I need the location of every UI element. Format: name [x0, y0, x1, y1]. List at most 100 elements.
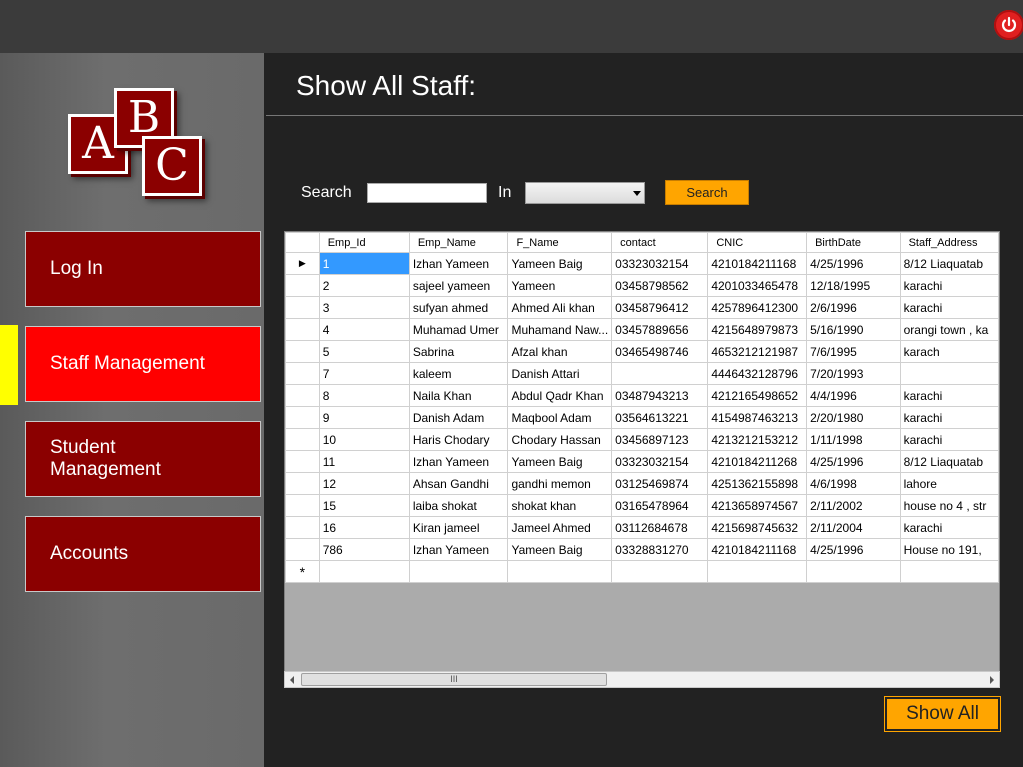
table-cell[interactable]: [611, 362, 709, 385]
table-cell[interactable]: lahore: [899, 472, 999, 495]
row-header-cell[interactable]: [285, 274, 320, 297]
column-header[interactable]: Emp_Id: [318, 232, 410, 253]
table-cell[interactable]: house no 4 , str: [899, 494, 999, 517]
table-row[interactable]: 11 Izhan Yameen Yameen Baig 03323032154 4210…: [285, 450, 999, 473]
table-cell[interactable]: 4/25/1996: [806, 450, 901, 473]
table-cell[interactable]: 4210184211168: [707, 252, 808, 275]
table-cell[interactable]: 03458796412: [611, 296, 709, 319]
table-cell[interactable]: Maqbool Adam: [507, 406, 613, 429]
table-cell[interactable]: 03328831270: [611, 538, 709, 561]
table-cell[interactable]: 4446432128796: [707, 362, 808, 385]
row-header-cell[interactable]: [285, 406, 320, 429]
row-header-cell[interactable]: [285, 472, 320, 495]
table-cell[interactable]: karachi: [899, 274, 999, 297]
table-cell[interactable]: [318, 560, 410, 583]
table-cell[interactable]: 4/6/1998: [806, 472, 901, 495]
horizontal-scrollbar[interactable]: III: [284, 671, 1000, 688]
table-cell[interactable]: 2/11/2002: [806, 494, 901, 517]
table-cell[interactable]: shokat khan: [507, 494, 613, 517]
scrollbar-thumb[interactable]: III: [301, 673, 607, 686]
table-cell[interactable]: 7/6/1995: [806, 340, 901, 363]
table-cell[interactable]: 4210184211168: [707, 538, 808, 561]
table-cell[interactable]: 4213658974567: [707, 494, 808, 517]
table-row[interactable]: 7 kaleem Danish Attari 4446432128796 7/20/19…: [285, 362, 999, 385]
table-cell[interactable]: 5/16/1990: [806, 318, 901, 341]
staff-data-grid[interactable]: Emp_Id Emp_Name F_Name contact CNIC Birt…: [284, 231, 1000, 688]
table-cell[interactable]: 2/6/1996: [806, 296, 901, 319]
table-cell[interactable]: 8/12 Liaquatab: [899, 450, 999, 473]
table-cell[interactable]: 4212165498652: [707, 384, 808, 407]
row-header-cell[interactable]: [285, 494, 320, 517]
table-cell[interactable]: [408, 560, 509, 583]
table-cell[interactable]: 03323032154: [611, 450, 709, 473]
table-cell[interactable]: 4/25/1996: [806, 538, 901, 561]
table-cell[interactable]: Ahmed Ali khan: [507, 296, 613, 319]
table-cell[interactable]: 16: [318, 516, 410, 539]
show-all-button[interactable]: Show All: [885, 697, 1000, 731]
table-cell[interactable]: Muhamad Umer: [408, 318, 509, 341]
table-cell[interactable]: Izhan Yameen: [408, 252, 509, 275]
power-icon[interactable]: [994, 10, 1023, 40]
table-cell[interactable]: Sabrina: [408, 340, 509, 363]
table-cell[interactable]: 7: [318, 362, 410, 385]
table-row[interactable]: 12 Ahsan Gandhi gandhi memon 03125469874 425…: [285, 472, 999, 495]
table-cell[interactable]: 2: [318, 274, 410, 297]
table-cell[interactable]: 4: [318, 318, 410, 341]
column-header[interactable]: BirthDate: [806, 232, 901, 253]
table-cell[interactable]: Danish Attari: [507, 362, 613, 385]
table-cell[interactable]: 5: [318, 340, 410, 363]
table-cell[interactable]: Abdul Qadr Khan: [507, 384, 613, 407]
table-cell[interactable]: 03125469874: [611, 472, 709, 495]
table-cell[interactable]: laiba shokat: [408, 494, 509, 517]
table-cell[interactable]: Haris Chodary: [408, 428, 509, 451]
search-input[interactable]: [367, 183, 487, 203]
table-cell[interactable]: 03165478964: [611, 494, 709, 517]
table-row[interactable]: 10 Haris Chodary Chodary Hassan 03456897123…: [285, 428, 999, 451]
current-row-icon[interactable]: ▶: [285, 252, 320, 275]
table-row[interactable]: 4 Muhamad Umer Muhamand Naw... 03457889656 4…: [285, 318, 999, 341]
table-cell[interactable]: 8: [318, 384, 410, 407]
table-cell[interactable]: Danish Adam: [408, 406, 509, 429]
table-cell[interactable]: Yameen Baig: [507, 538, 613, 561]
table-cell[interactable]: orangi town , ka: [899, 318, 999, 341]
table-cell[interactable]: Ahsan Gandhi: [408, 472, 509, 495]
table-cell[interactable]: 4213212153212: [707, 428, 808, 451]
row-header-cell[interactable]: [285, 450, 320, 473]
scroll-left-icon[interactable]: [290, 676, 294, 684]
row-header-cell[interactable]: [285, 296, 320, 319]
table-cell[interactable]: 4251362155898: [707, 472, 808, 495]
table-cell[interactable]: 4/4/1996: [806, 384, 901, 407]
table-cell[interactable]: Yameen Baig: [507, 252, 613, 275]
table-cell[interactable]: Izhan Yameen: [408, 450, 509, 473]
table-cell[interactable]: [707, 560, 808, 583]
nav-log-in-button[interactable]: Log In: [25, 231, 261, 307]
table-cell[interactable]: 9: [318, 406, 410, 429]
new-row-icon[interactable]: *: [285, 560, 320, 583]
table-cell[interactable]: kaleem: [408, 362, 509, 385]
table-row[interactable]: 9 Danish Adam Maqbool Adam 03564613221 41549…: [285, 406, 999, 429]
table-cell[interactable]: 10: [318, 428, 410, 451]
table-cell[interactable]: 3: [318, 296, 410, 319]
table-cell[interactable]: 15: [318, 494, 410, 517]
row-header-cell[interactable]: [285, 516, 320, 539]
table-cell[interactable]: karach: [899, 340, 999, 363]
new-row[interactable]: *: [285, 560, 999, 583]
table-cell[interactable]: 4215648979873: [707, 318, 808, 341]
table-cell[interactable]: 12/18/1995: [806, 274, 901, 297]
table-cell[interactable]: Muhamand Naw...: [507, 318, 613, 341]
table-cell[interactable]: [806, 560, 901, 583]
table-cell[interactable]: karachi: [899, 296, 999, 319]
table-cell[interactable]: 03465498746: [611, 340, 709, 363]
table-cell[interactable]: Izhan Yameen: [408, 538, 509, 561]
scroll-right-icon[interactable]: [990, 676, 994, 684]
table-cell[interactable]: Naila Khan: [408, 384, 509, 407]
table-cell[interactable]: 2/20/1980: [806, 406, 901, 429]
table-cell[interactable]: 03487943213: [611, 384, 709, 407]
nav-staff-management-button[interactable]: Staff Management: [25, 326, 261, 402]
table-cell[interactable]: gandhi memon: [507, 472, 613, 495]
row-header-cell[interactable]: [285, 428, 320, 451]
column-header[interactable]: contact: [611, 232, 709, 253]
table-cell[interactable]: Jameel Ahmed: [507, 516, 613, 539]
nav-accounts-button[interactable]: Accounts: [25, 516, 261, 592]
table-cell[interactable]: [611, 560, 709, 583]
